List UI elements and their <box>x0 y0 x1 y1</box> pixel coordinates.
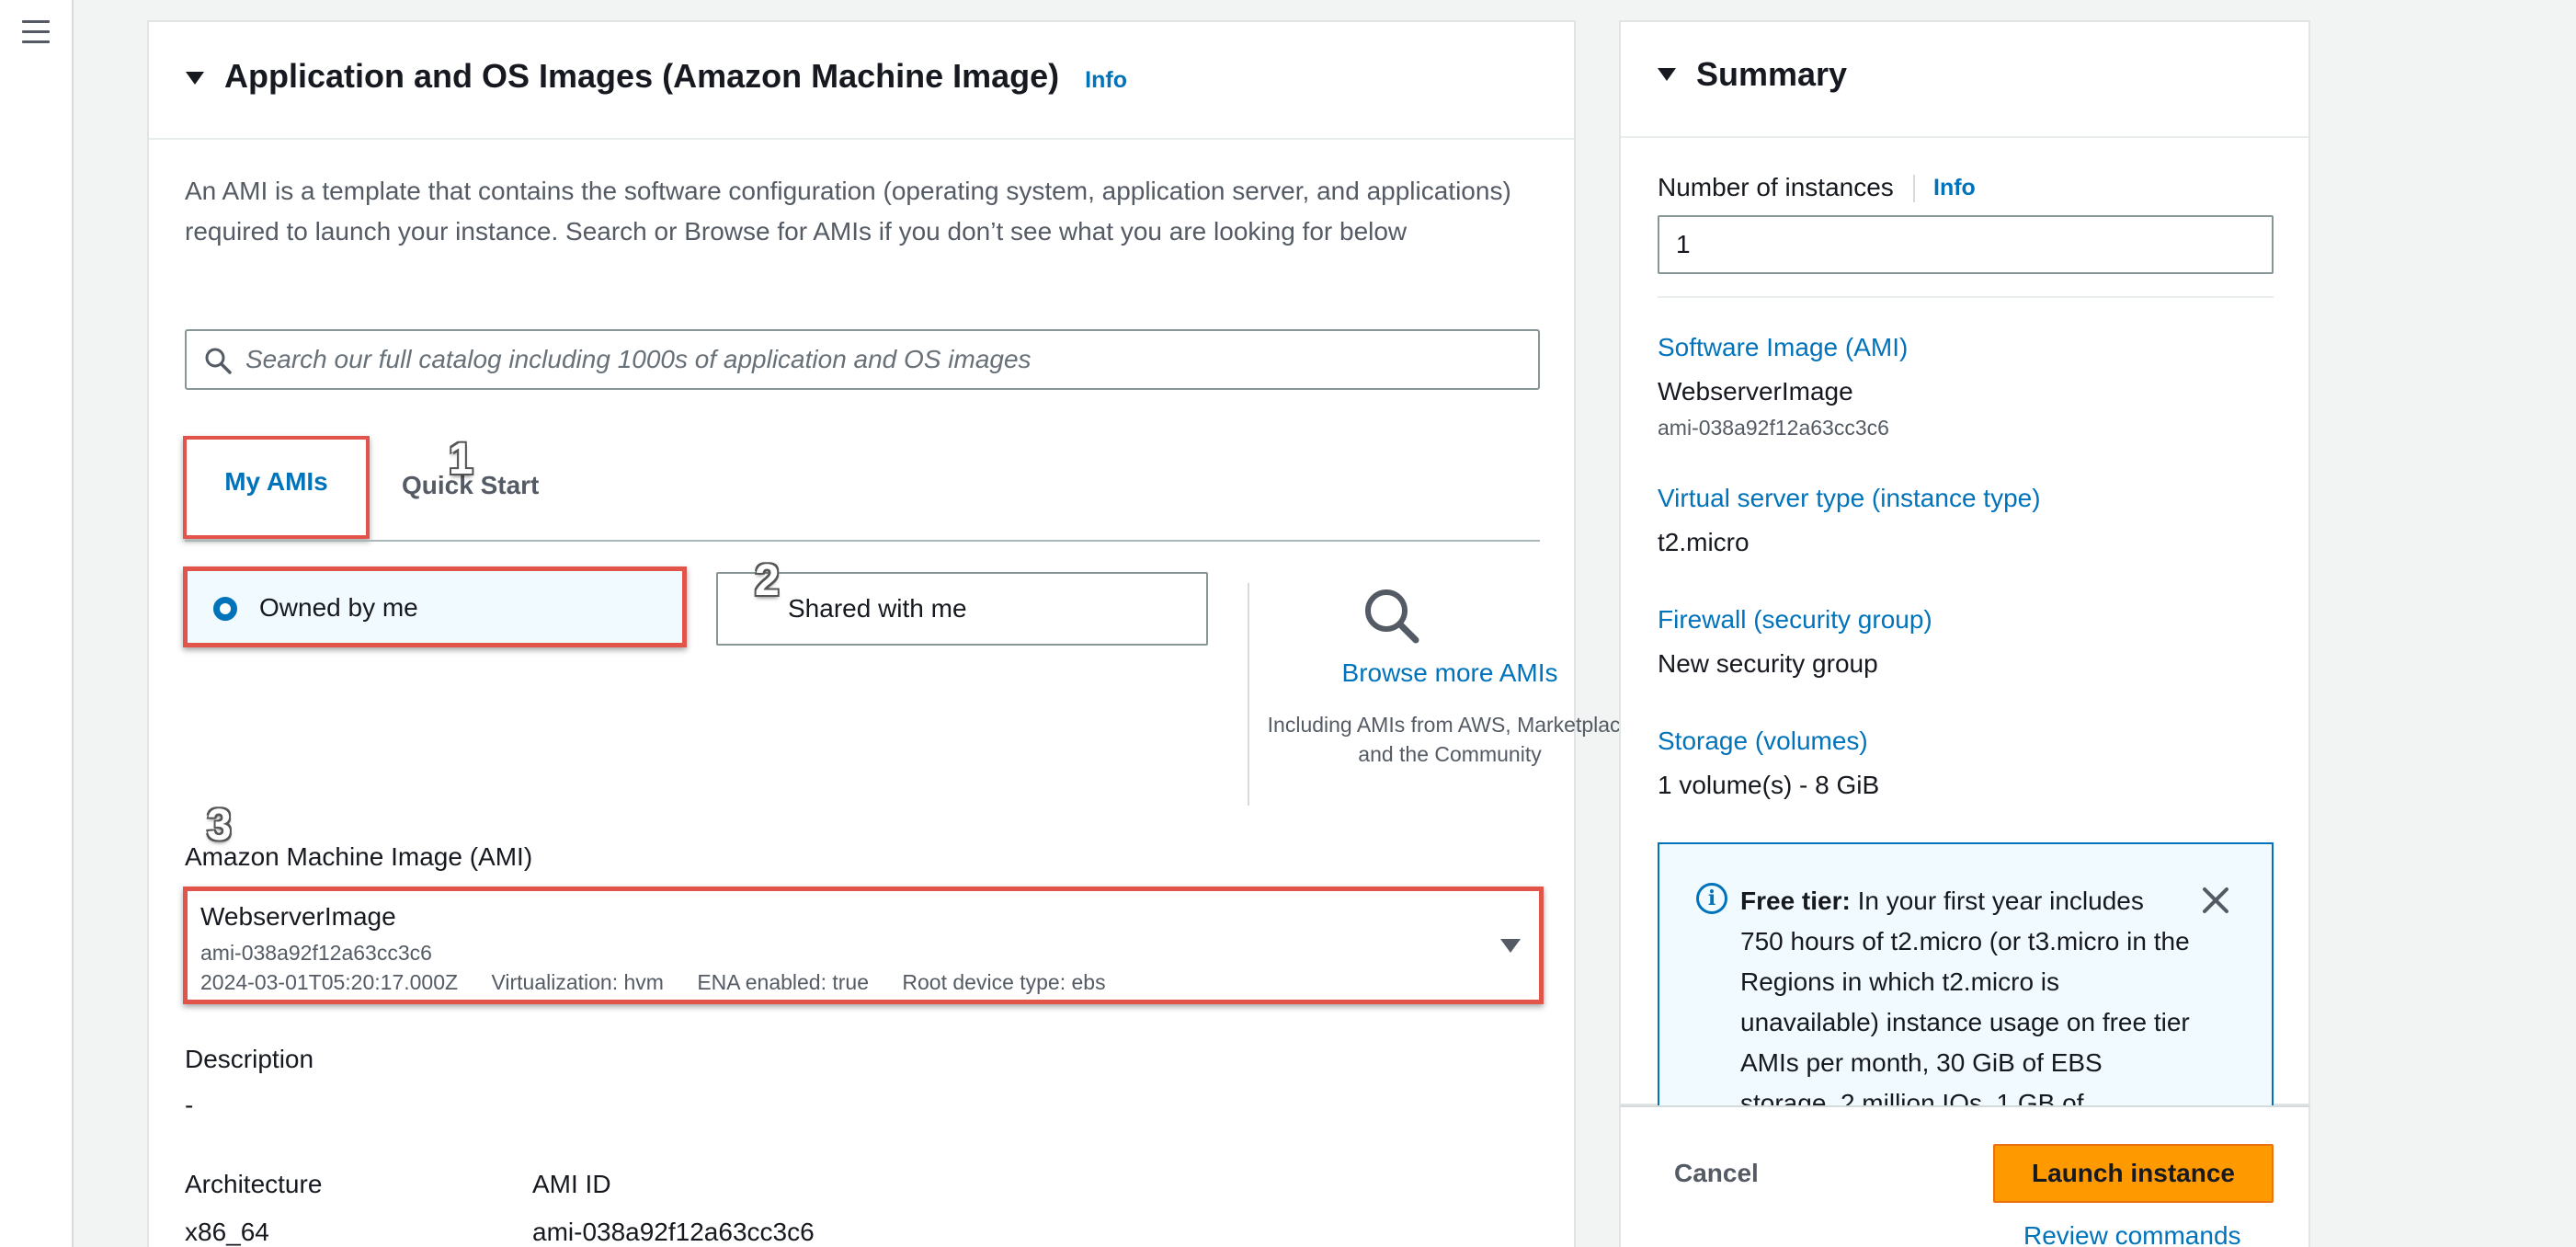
info-link[interactable]: Info <box>1085 67 1127 93</box>
instances-info-link[interactable]: Info <box>1933 175 1976 201</box>
panel-title-text: Application and OS Images (Amazon Machin… <box>224 57 1060 95</box>
description-label: Description <box>185 1045 314 1073</box>
architecture-label: Architecture <box>185 1170 323 1198</box>
owned-radio[interactable] <box>213 597 237 621</box>
cancel-button[interactable]: Cancel <box>1674 1159 1759 1188</box>
ami-ena: ENA enabled: true <box>697 970 870 994</box>
browse-note: Including AMIs from AWS, Marketplace and… <box>1267 713 1633 766</box>
firewall-value: New security group <box>1658 649 1878 678</box>
browse-more-amis-link[interactable]: Browse more AMIs <box>1252 658 1647 688</box>
free-tier-alert: i Free tier: In your first year includes… <box>1658 842 2274 1107</box>
launch-instance-button[interactable]: Launch instance <box>1993 1144 2274 1203</box>
ami-search-box[interactable] <box>185 329 1540 390</box>
page-title: Application and OS Images (Amazon Machin… <box>224 57 1127 96</box>
storage-link[interactable]: Storage (volumes) <box>1658 726 1868 756</box>
ami-select-label: Amazon Machine Image (AMI) <box>185 842 533 871</box>
search-icon <box>205 348 232 374</box>
ami-description: An AMI is a template that contains the s… <box>185 177 1511 246</box>
side-rail <box>0 0 74 1247</box>
summary-title: Summary <box>1696 55 1848 93</box>
ami-select[interactable]: WebserverImage ami-038a92f12a63cc3c6 202… <box>183 887 1544 1004</box>
architecture-value: x86_64 <box>185 1218 269 1246</box>
owned-by-me-option[interactable]: Owned by me <box>183 566 687 647</box>
collapse-caret-icon[interactable] <box>186 72 204 85</box>
label-separator <box>1913 175 1915 202</box>
summary-header: Summary <box>1621 22 2308 138</box>
instance-type-value: t2.micro <box>1658 528 1750 556</box>
owned-label: Owned by me <box>259 593 418 622</box>
shared-label: Shared with me <box>788 594 967 623</box>
ami-created: 2024-03-01T05:20:17.000Z <box>200 970 459 994</box>
instances-input[interactable] <box>1658 215 2274 274</box>
ami-panel: Application and OS Images (Amazon Machin… <box>147 20 1632 1247</box>
tab-my-amis-label: My AMIs <box>224 467 328 496</box>
ami-name: WebserverImage <box>200 902 396 931</box>
software-image-link[interactable]: Software Image (AMI) <box>1658 333 1908 362</box>
shared-with-me-option[interactable]: Shared with me <box>716 572 1208 646</box>
ami-id-value: ami-038a92f12a63cc3c6 <box>532 1218 815 1246</box>
description-value: - <box>185 1091 194 1119</box>
magnifier-icon[interactable] <box>1361 585 1421 646</box>
tab-divider <box>185 540 1540 542</box>
software-image-id: ami-038a92f12a63cc3c6 <box>1658 416 1889 440</box>
instance-type-link[interactable]: Virtual server type (instance type) <box>1658 484 2041 513</box>
ami-id-label: AMI ID <box>532 1170 611 1198</box>
summary-panel: Summary Number of instances Info Softwar… <box>1619 20 2310 1107</box>
chevron-down-icon <box>1500 939 1521 953</box>
free-tier-text: Free tier: In your first year includes 7… <box>1740 881 2191 1107</box>
instances-label: Number of instances <box>1658 173 1894 201</box>
ami-virtualization: Virtualization: hvm <box>491 970 664 994</box>
free-tier-body: In your first year includes 750 hours of… <box>1740 887 2190 1107</box>
firewall-link[interactable]: Firewall (security group) <box>1658 605 1932 635</box>
search-input[interactable] <box>245 338 1523 381</box>
summary-divider <box>1658 296 2274 298</box>
step-marker-1: 1 <box>449 435 473 484</box>
tab-my-amis[interactable]: My AMIs <box>183 436 370 539</box>
ami-root-device: Root device type: ebs <box>902 970 1106 994</box>
ami-metadata: 2024-03-01T05:20:17.000Z Virtualization:… <box>200 970 1134 995</box>
step-marker-2: 2 <box>755 556 780 605</box>
panel-header: Application and OS Images (Amazon Machin… <box>149 22 1574 140</box>
summary-collapse-caret-icon[interactable] <box>1658 68 1676 81</box>
summary-footer: Cancel Launch instance Review commands <box>1619 1105 2310 1247</box>
software-image-name: WebserverImage <box>1658 377 1853 406</box>
review-commands-link[interactable]: Review commands <box>2023 1221 2241 1247</box>
free-tier-heading: Free tier: <box>1740 887 1851 915</box>
storage-value: 1 volume(s) - 8 GiB <box>1658 771 1880 799</box>
close-icon[interactable] <box>2200 885 2231 916</box>
browse-divider <box>1248 583 1249 806</box>
hamburger-menu-icon[interactable] <box>22 20 50 46</box>
info-circle-icon: i <box>1696 883 1727 914</box>
ami-id: ami-038a92f12a63cc3c6 <box>200 941 432 965</box>
